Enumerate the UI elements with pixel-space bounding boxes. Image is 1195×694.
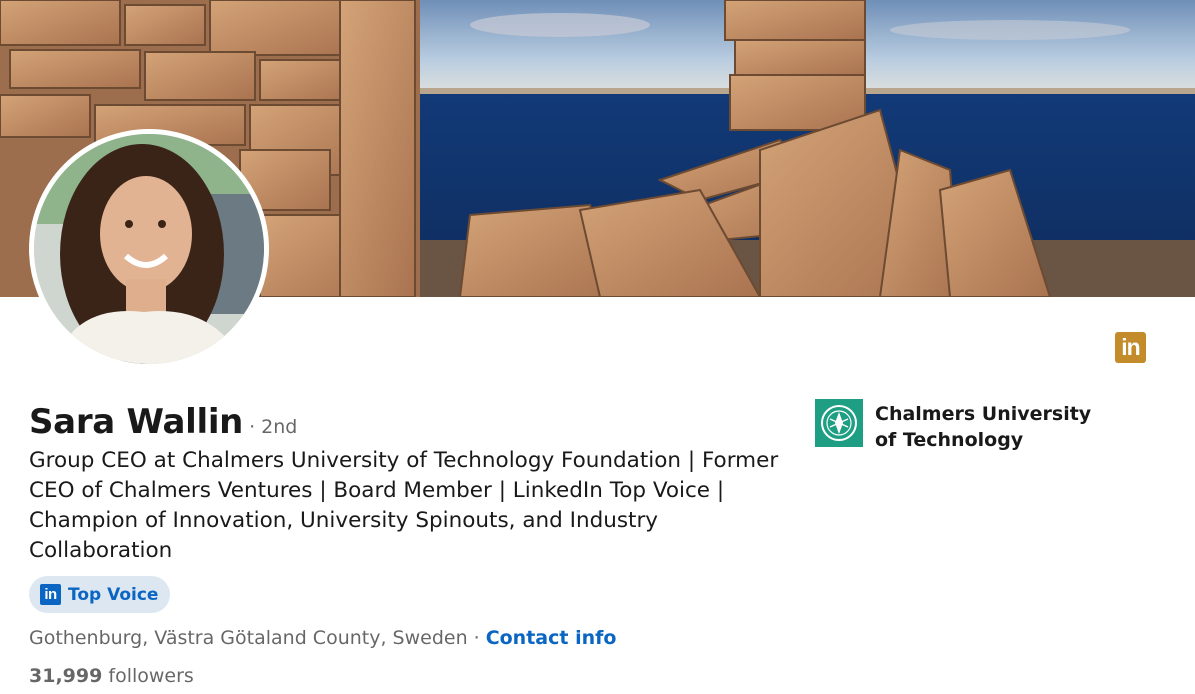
top-voice-badge[interactable]: in Top Voice (29, 576, 171, 613)
profile-location: Gothenburg, Västra Götaland County, Swed… (29, 627, 468, 649)
top-voice-label: Top Voice (68, 584, 159, 605)
location-row: Gothenburg, Västra Götaland County, Swed… (29, 627, 616, 649)
profile-name: Sara Wallin (29, 402, 244, 442)
premium-icon-text: in (1121, 334, 1140, 360)
followers-label: followers (108, 665, 194, 687)
followers-count: 31,999 (29, 665, 103, 687)
connection-degree: · 2nd (249, 416, 298, 438)
current-organization[interactable]: Chalmers University of Technology (815, 399, 1105, 453)
separator-dot: · (473, 627, 480, 649)
profile-photo[interactable] (29, 129, 269, 369)
followers-row[interactable]: 31,999 followers (29, 665, 194, 687)
linkedin-icon: in (40, 584, 61, 605)
linkedin-premium-icon[interactable]: in (1115, 332, 1146, 363)
organization-name: Chalmers University of Technology (875, 403, 1092, 451)
chalmers-logo-icon (815, 399, 863, 447)
contact-info-link[interactable]: Contact info (486, 627, 617, 649)
name-row: Sara Wallin · 2nd (29, 402, 297, 442)
profile-headline: Group CEO at Chalmers University of Tech… (29, 448, 779, 563)
